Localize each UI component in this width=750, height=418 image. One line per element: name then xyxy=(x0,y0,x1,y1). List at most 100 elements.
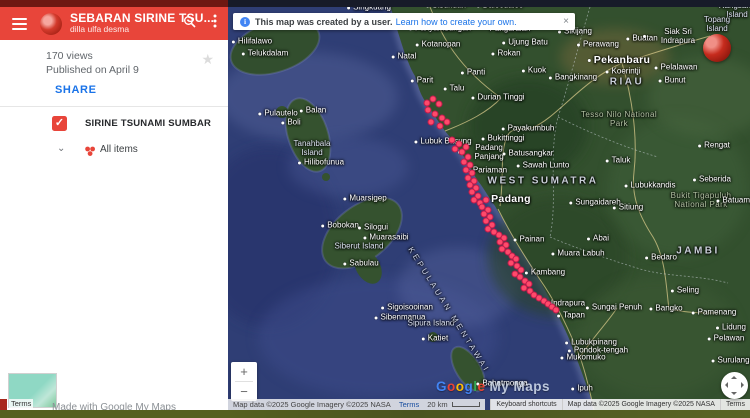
search-icon[interactable] xyxy=(176,15,202,33)
siren-marker[interactable] xyxy=(483,197,490,204)
attribution-text: Map data ©2025 Google Imagery ©2025 NASA xyxy=(233,400,391,409)
siren-marker[interactable] xyxy=(425,107,432,114)
red-edge-fragment xyxy=(0,399,7,410)
map-label: Tanahbala Island xyxy=(285,139,340,157)
banner-close-icon[interactable]: × xyxy=(563,16,569,27)
sidebar-header: SEBARAN SIRINE TSU... dilla ulfa desma xyxy=(0,7,228,40)
zoom-in-button[interactable]: + xyxy=(231,362,257,381)
map-label: Kambang xyxy=(531,268,565,277)
map-label: Bobokan xyxy=(327,221,359,230)
map-label: Topang Island xyxy=(695,15,740,33)
map-label: WEST SUMATRA xyxy=(488,176,599,187)
map-label: Padang Panjang xyxy=(464,143,514,161)
map-label: Muarasaibi xyxy=(369,233,408,242)
map-label: Parit xyxy=(417,76,433,85)
terms-link[interactable]: Terms xyxy=(399,400,419,409)
siren-marker[interactable] xyxy=(432,111,439,118)
map-label: Bangkinang xyxy=(555,73,597,82)
zoom-control: + − xyxy=(231,362,257,401)
map-label: Batusangkar xyxy=(509,149,554,158)
map-label: Talu xyxy=(450,84,465,93)
attribution-text-right: Map data ©2025 Google Imagery ©2025 NASA xyxy=(562,399,720,410)
siren-marker[interactable] xyxy=(437,123,444,130)
layer-cluster-icon xyxy=(84,144,96,162)
layer-row: ✓ SIRINE TSUNAMI SUMBAR xyxy=(0,116,228,134)
map-label: Batuampar xyxy=(722,196,750,205)
hamburger-menu-icon[interactable] xyxy=(12,15,27,33)
account-avatar[interactable] xyxy=(703,34,731,62)
map-label: Bangko xyxy=(655,304,682,313)
map-label: Tesso Nilo National Park xyxy=(580,110,658,128)
map-owner: dilla ulfa desma xyxy=(70,25,176,34)
map-label: Hilibofunua xyxy=(304,158,344,167)
map-title-block: SEBARAN SIRINE TSU... dilla ulfa desma xyxy=(70,12,176,35)
map-label: Balan xyxy=(306,106,326,115)
map-label: Bukittinggi xyxy=(488,134,525,143)
map-label: Payakumbuh xyxy=(508,124,555,133)
map-label: Durian Tinggi xyxy=(477,93,524,102)
map-label: Ujung Batu xyxy=(508,38,548,47)
map-label: Koerintji xyxy=(612,67,641,76)
map-label: Pekanbaru xyxy=(594,54,650,66)
siren-marker[interactable] xyxy=(436,101,443,108)
map-label: Abai xyxy=(593,234,609,243)
layer-checkbox[interactable]: ✓ xyxy=(52,116,67,131)
map-label: Ipuh xyxy=(577,384,593,393)
siren-marker[interactable] xyxy=(444,119,451,126)
google-my-maps-watermark: GoogleMy Maps xyxy=(436,379,550,394)
layer-title: SIRINE TSUNAMI SUMBAR xyxy=(85,118,211,129)
map-label: Bunut xyxy=(665,76,686,85)
map-label: Sibuhuan xyxy=(432,7,466,10)
terms-link-right[interactable]: Terms xyxy=(720,399,750,410)
map-label: Surulangun xyxy=(718,356,750,365)
map-label: Kuok xyxy=(528,66,546,75)
chevron-down-icon[interactable]: ⌄ xyxy=(57,143,65,154)
scale-label: 20 km xyxy=(427,400,447,409)
map-attribution-right: Keyboard shortcuts Map data ©2025 Google… xyxy=(490,399,750,410)
siren-marker[interactable] xyxy=(553,307,560,314)
siren-marker[interactable] xyxy=(518,267,525,274)
map-label: Singkuang xyxy=(353,7,391,12)
map-label: Silogui xyxy=(364,223,388,232)
siren-marker[interactable] xyxy=(452,146,459,153)
siren-marker[interactable] xyxy=(463,144,470,151)
map-label: Pelalawan xyxy=(661,63,698,72)
star-icon[interactable]: ★ xyxy=(201,50,214,69)
map-label: Seling xyxy=(677,286,699,295)
kebab-menu-icon[interactable] xyxy=(202,14,228,33)
window-top-strip-left xyxy=(0,0,228,7)
map-label: Sabulau xyxy=(349,259,378,268)
map-label: Muara Labuh xyxy=(557,249,604,258)
siren-marker[interactable] xyxy=(449,137,456,144)
map-canvas[interactable]: SingkuangSibuhuanDaloedaloePanyambunganP… xyxy=(228,7,750,410)
map-label: Pamenang xyxy=(698,308,737,317)
user-map-banner: i This map was created by a user. Learn … xyxy=(233,13,575,30)
map-label: Sungai Penuh xyxy=(592,303,642,312)
siren-marker[interactable] xyxy=(428,119,435,126)
map-label: Mukomuko xyxy=(566,353,605,362)
map-label: Pariaman xyxy=(473,166,507,175)
keyboard-shortcuts-button[interactable]: Keyboard shortcuts xyxy=(490,399,561,410)
map-label: Siberut Island xyxy=(335,242,384,251)
info-icon: i xyxy=(240,17,250,27)
map-label: Telukdalam xyxy=(248,49,288,58)
all-items-row[interactable]: ⌄ All items xyxy=(0,142,228,158)
banner-learn-link[interactable]: Learn how to create your own. xyxy=(396,17,517,27)
map-label: Perawang xyxy=(583,40,619,49)
sidebar-divider xyxy=(0,106,228,107)
map-label: Natal xyxy=(398,52,417,61)
map-owner-avatar[interactable] xyxy=(40,13,62,35)
map-label: Katiet xyxy=(428,334,448,343)
map-label: Painan xyxy=(520,235,545,244)
map-label: Sawah Lunto xyxy=(523,161,570,170)
map-label: Bedaro xyxy=(651,253,677,262)
map-label: Pulautelo xyxy=(264,109,297,118)
pan-control[interactable] xyxy=(721,372,748,399)
map-label: Seberida xyxy=(699,175,731,184)
share-button[interactable]: SHARE xyxy=(55,84,228,96)
map-attribution-left: Map data ©2025 Google Imagery ©2025 NASA… xyxy=(228,399,485,410)
map-label: Taluk xyxy=(612,156,631,165)
banner-text: This map was created by a user. xyxy=(255,17,393,27)
map-label: Lubukkandis xyxy=(631,181,676,190)
map-label: Sungaidareh xyxy=(575,198,620,207)
